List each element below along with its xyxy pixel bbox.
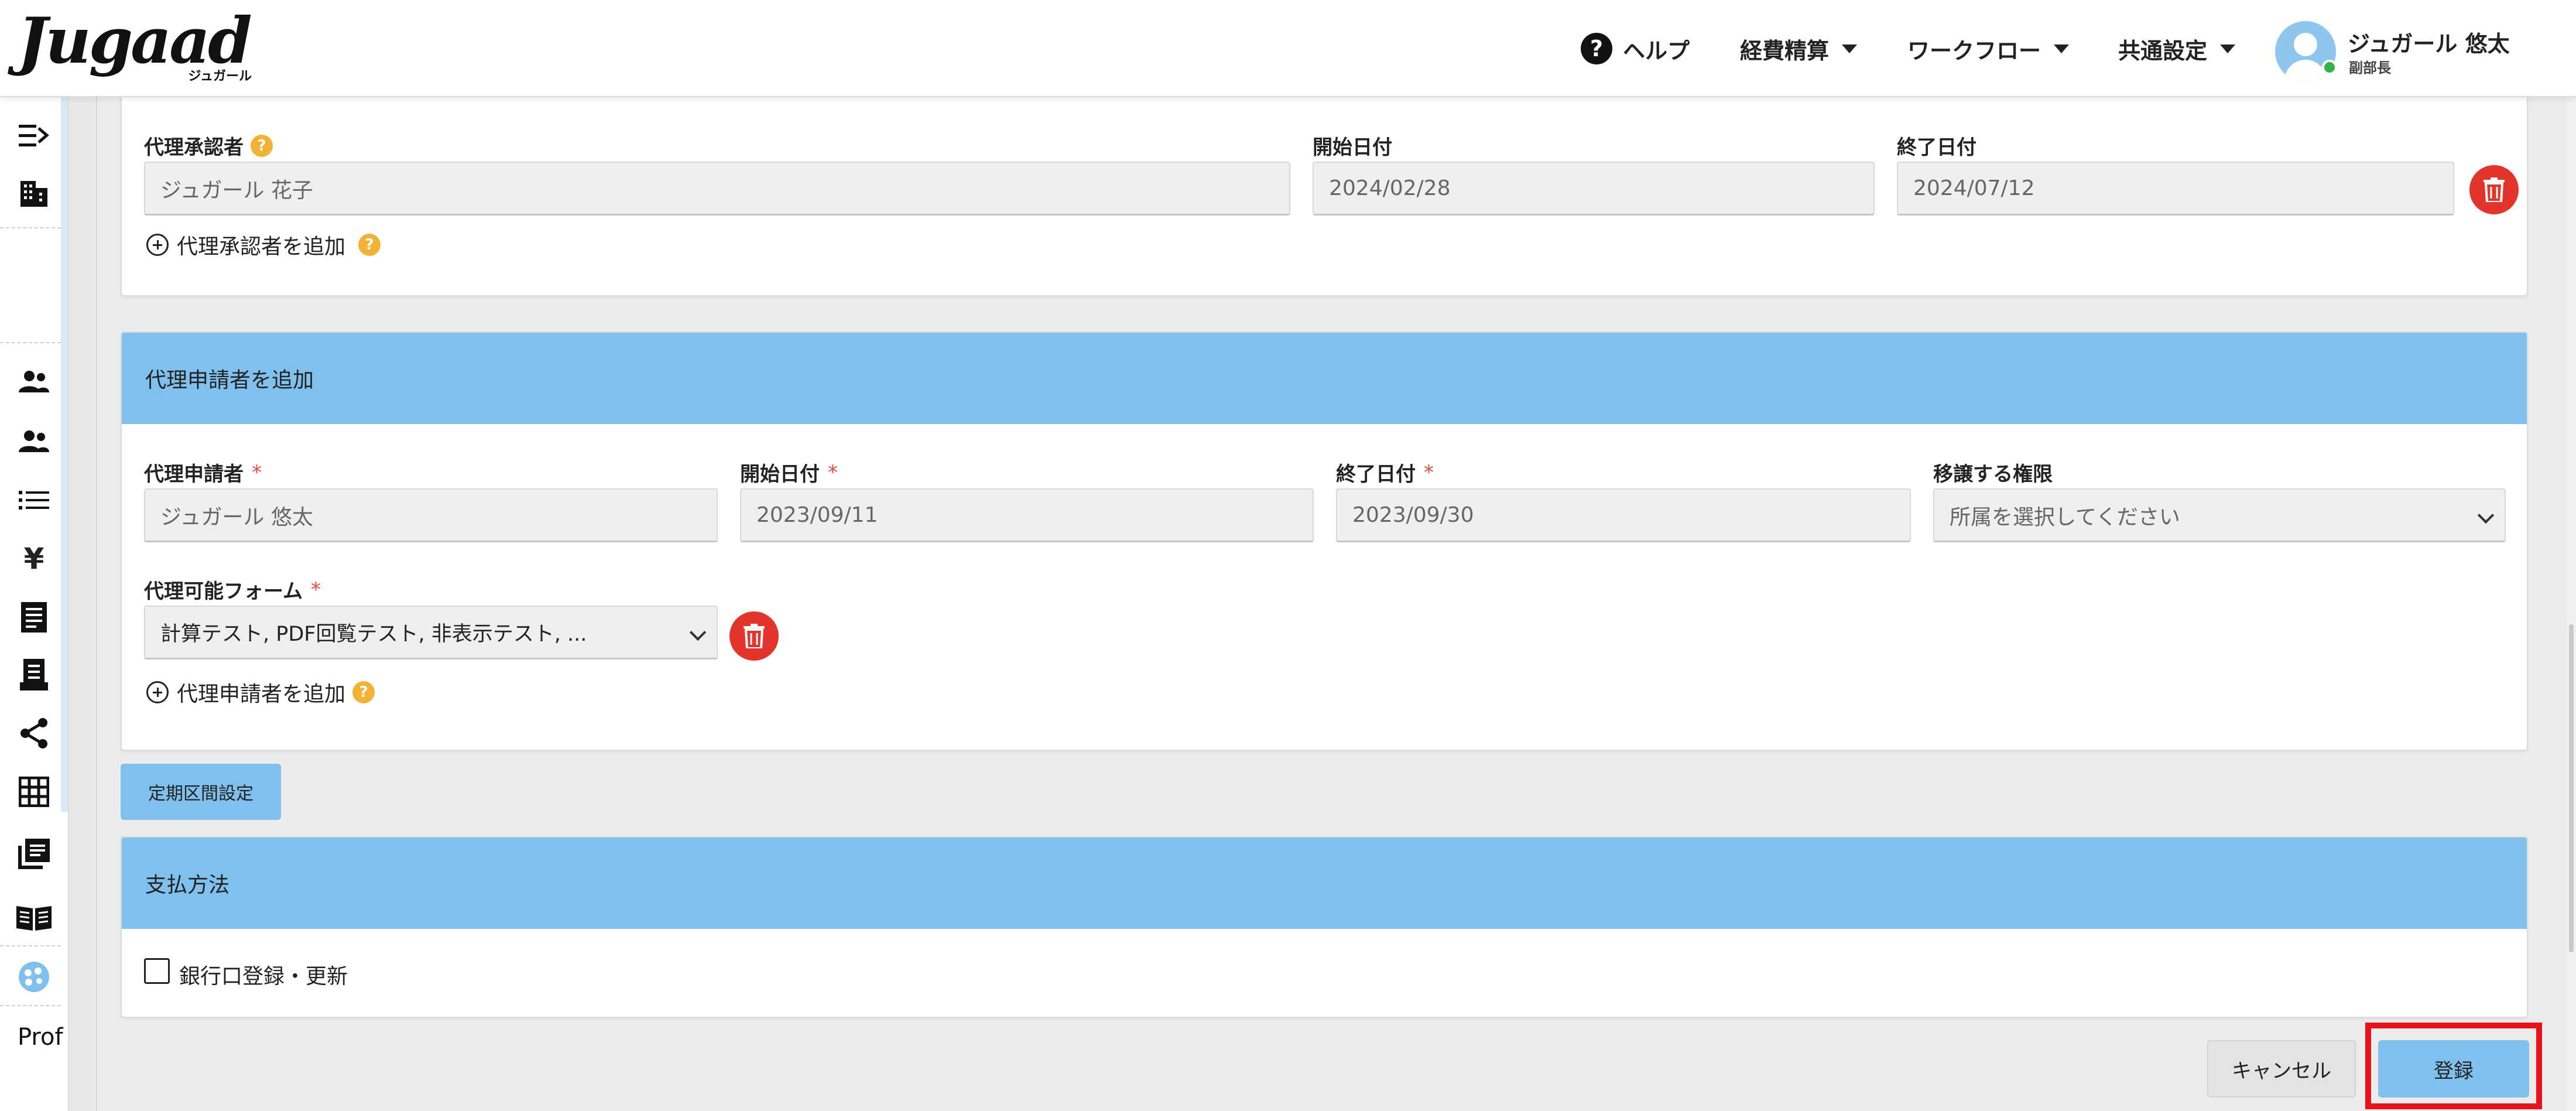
sidebar-expand-icon[interactable]: [13, 115, 55, 157]
delete-approver-button[interactable]: [2469, 165, 2519, 214]
yen-icon[interactable]: ¥: [13, 538, 55, 580]
add-proxy-approver-link[interactable]: 代理承認者を追加 ?: [146, 230, 381, 260]
top-header: Jugaad ジュガール ? ヘルプ 経費精算 ワークフロー 共通設定 ジュガー…: [0, 0, 2576, 97]
nav-expense[interactable]: 経費精算: [1740, 0, 1858, 97]
transfer-authority-placeholder: 所属を選択してください: [1950, 505, 2180, 529]
page-scrollbar-thumb[interactable]: [2569, 624, 2574, 952]
proxy-applicant-label: 代理申請者 *: [144, 458, 262, 487]
approver-start-date-label: 開始日付: [1313, 136, 1392, 159]
approver-end-date-label: 終了日付: [1897, 136, 1976, 159]
palette-icon[interactable]: [13, 956, 55, 998]
trash-icon: [2483, 177, 2505, 202]
sidebar-divider: [0, 227, 61, 228]
proxy-forms-value: 計算テスト, PDF回覧テスト, 非表示テスト, ...: [160, 623, 587, 646]
chevron-down-icon: [689, 624, 707, 641]
required-mark: *: [252, 460, 262, 484]
nav-workflow-label: ワークフロー: [1907, 37, 2041, 64]
transfer-authority-label: 移譲する権限: [1933, 463, 2053, 486]
proxy-applicant-field[interactable]: ジュガール 悠太: [144, 488, 718, 542]
plus-circle-icon: [146, 234, 169, 256]
user-menu[interactable]: ジュガール 悠太: [2348, 26, 2524, 58]
help-question-icon[interactable]: ?: [358, 234, 381, 256]
caret-down-icon: [2054, 44, 2070, 53]
required-mark: *: [1424, 460, 1434, 484]
list-icon[interactable]: [13, 479, 55, 521]
add-proxy-applicant-link[interactable]: 代理申請者を追加 ?: [146, 677, 375, 707]
payment-title: 支払方法: [122, 837, 2527, 929]
applicant-end-date-label: 終了日付 *: [1336, 458, 1434, 487]
proxy-approver-label: 代理承認者 ?: [144, 131, 273, 160]
sidebar-divider: [0, 342, 61, 343]
help-question-icon[interactable]: ?: [251, 134, 273, 157]
required-mark: *: [828, 460, 838, 484]
user-role: 副部長: [2349, 60, 2391, 76]
share-icon[interactable]: [13, 712, 55, 754]
logo-subtext: ジュガール: [188, 69, 252, 84]
nav-workflow[interactable]: ワークフロー: [1907, 0, 2070, 97]
required-mark: *: [310, 577, 321, 601]
proxy-approver-panel: 代理承認者 ? 開始日付 終了日付 ジュガール 花子 2024/02/28 20…: [121, 70, 2528, 296]
library-icon[interactable]: [13, 833, 55, 875]
jugaad-logo[interactable]: Jugaad ジュガール: [18, 8, 258, 84]
online-status-icon: [2322, 60, 2337, 75]
sidebar: ¥ Prof: [0, 97, 69, 1111]
applicant-start-date-label: 開始日付 *: [740, 458, 838, 487]
proxy-applicant-title: 代理申請者を追加: [122, 333, 2527, 424]
help-icon: ?: [1581, 33, 1612, 64]
cancel-button[interactable]: キャンセル: [2207, 1040, 2356, 1098]
proxy-approver-label-text: 代理承認者: [144, 136, 244, 159]
caret-down-icon: [1842, 44, 1858, 53]
nav-common-settings[interactable]: 共通設定: [2118, 0, 2236, 97]
payment-panel: 支払方法 銀行口登録・更新: [121, 836, 2528, 1018]
nav-common-settings-label: 共通設定: [2118, 37, 2208, 64]
applicant-end-date-field[interactable]: 2023/09/30: [1336, 488, 1911, 542]
applicant-end-date-label-text: 終了日付: [1336, 463, 1416, 486]
sidebar-scroll-track[interactable]: [61, 97, 68, 812]
grid-icon[interactable]: [13, 771, 55, 813]
proxy-forms-select[interactable]: 計算テスト, PDF回覧テスト, 非表示テスト, ...: [144, 606, 718, 659]
applicant-start-date-label-text: 開始日付: [740, 463, 820, 486]
page-scrollbar[interactable]: [2567, 97, 2576, 1111]
page-gutter: [69, 97, 97, 1111]
users-icon[interactable]: [13, 361, 55, 403]
user-name: ジュガール 悠太: [2348, 31, 2510, 57]
caret-down-icon: [2220, 44, 2236, 53]
document-icon[interactable]: [13, 654, 55, 696]
nav-help-label: ヘルプ: [1623, 37, 1690, 64]
plus-circle-icon: [146, 681, 169, 703]
sidebar-divider: [0, 1005, 61, 1006]
bank-registration-label: 銀行口登録・更新: [179, 965, 348, 989]
help-question-icon[interactable]: ?: [352, 681, 375, 703]
commute-route-button[interactable]: 定期区間設定: [121, 764, 281, 820]
proxy-forms-label-text: 代理可能フォーム: [144, 580, 303, 603]
add-proxy-approver-text: 代理承認者を追加: [177, 235, 346, 259]
approver-end-date-field[interactable]: 2024/07/12: [1897, 162, 2454, 216]
nav-help[interactable]: ? ヘルプ: [1581, 0, 1690, 97]
building-icon[interactable]: [13, 172, 55, 214]
proxy-forms-label: 代理可能フォーム *: [144, 575, 321, 604]
bank-registration-checkbox[interactable]: [144, 958, 170, 984]
avatar-head: [2294, 33, 2317, 56]
chevron-down-icon: [2477, 507, 2495, 524]
applicant-start-date-field[interactable]: 2023/09/11: [740, 488, 1314, 542]
transfer-authority-select[interactable]: 所属を選択してください: [1933, 488, 2506, 542]
approver-start-date-field[interactable]: 2024/02/28: [1313, 162, 1875, 216]
delete-applicant-button[interactable]: [729, 611, 779, 661]
receipt-icon[interactable]: [13, 596, 55, 638]
sidebar-divider: [0, 945, 61, 946]
proxy-applicant-panel: 代理申請者を追加 代理申請者 * 開始日付 * 終了日付 * 移譲する権限 ジュ…: [121, 331, 2528, 751]
sidebar-truncated-label[interactable]: Prof: [18, 1024, 63, 1051]
register-button[interactable]: 登録: [2378, 1040, 2529, 1098]
trash-icon: [744, 624, 765, 648]
group-icon[interactable]: [13, 421, 55, 463]
nav-expense-label: 経費精算: [1740, 37, 1830, 64]
avatar-body: [2284, 60, 2327, 82]
manual-book-icon[interactable]: [13, 896, 55, 938]
logo-text: Jugaad: [18, 4, 252, 78]
add-proxy-applicant-text: 代理申請者を追加: [177, 682, 346, 706]
proxy-applicant-label-text: 代理申請者: [144, 463, 244, 486]
proxy-approver-field[interactable]: ジュガール 花子: [144, 162, 1290, 216]
